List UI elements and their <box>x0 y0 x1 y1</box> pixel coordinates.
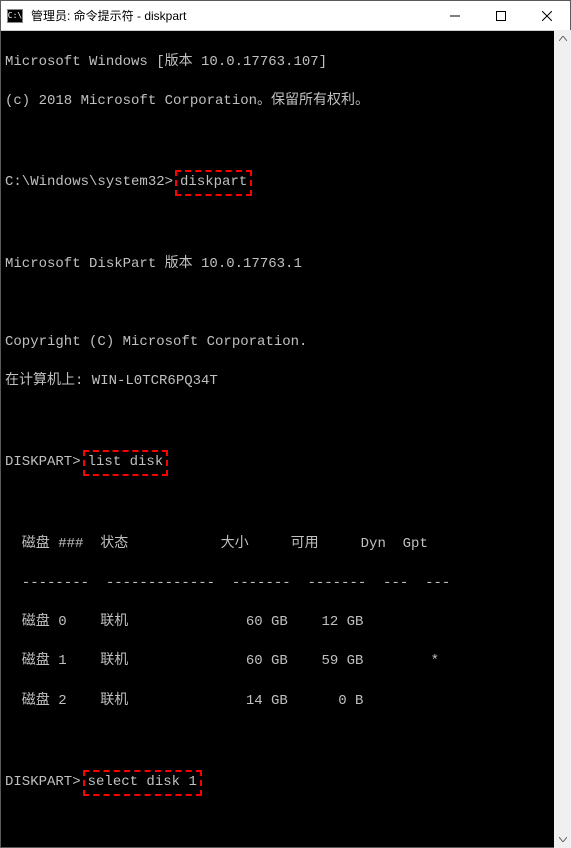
computer-name: 在计算机上: WIN-L0TCR6PQ34T <box>5 372 566 392</box>
diskpart-copyright: Copyright (C) Microsoft Corporation. <box>5 333 566 353</box>
cmd-icon: C:\ <box>7 9 23 23</box>
table-row: 磁盘 0 联机 60 GB 12 GB <box>5 613 566 633</box>
dp-prompt-line: DISKPART>list disk <box>5 450 566 476</box>
app-icon: C:\ <box>1 9 29 23</box>
table-header: 磁盘 ### 状态 大小 可用 Dyn Gpt <box>5 535 566 555</box>
diskpart-prompt: DISKPART> <box>5 774 81 790</box>
maximize-button[interactable] <box>478 1 524 30</box>
minimize-icon <box>450 11 460 21</box>
highlight-select-disk: select disk 1 <box>83 770 202 796</box>
table-row: 磁盘 2 联机 14 GB 0 B <box>5 692 566 712</box>
copyright-line: (c) 2018 Microsoft Corporation。保留所有权利。 <box>5 92 566 112</box>
diskpart-prompt: DISKPART> <box>5 454 81 470</box>
window-frame: C:\ 管理员: 命令提示符 - diskpart Microsoft Wind… <box>0 0 571 848</box>
titlebar[interactable]: C:\ 管理员: 命令提示符 - diskpart <box>1 1 570 31</box>
highlight-list-disk: list disk <box>83 450 169 476</box>
scroll-track[interactable] <box>554 47 571 831</box>
window-title: 管理员: 命令提示符 - diskpart <box>29 7 432 24</box>
scroll-up-arrow[interactable] <box>554 30 571 47</box>
close-icon <box>542 11 552 21</box>
prompt-line: C:\Windows\system32>diskpart <box>5 170 566 196</box>
highlight-diskpart: diskpart <box>175 170 252 196</box>
scroll-down-arrow[interactable] <box>554 831 571 848</box>
version-line: Microsoft Windows [版本 10.0.17763.107] <box>5 53 566 73</box>
chevron-up-icon <box>559 36 567 41</box>
chevron-down-icon <box>559 837 567 842</box>
scrollbar[interactable] <box>554 30 571 848</box>
cmd-prompt: C:\Windows\system32> <box>5 174 173 190</box>
close-button[interactable] <box>524 1 570 30</box>
minimize-button[interactable] <box>432 1 478 30</box>
dp-prompt-line: DISKPART>select disk 1 <box>5 770 566 796</box>
maximize-icon <box>496 11 506 21</box>
window-controls <box>432 1 570 30</box>
table-row: 磁盘 1 联机 60 GB 59 GB * <box>5 652 566 672</box>
terminal-area[interactable]: Microsoft Windows [版本 10.0.17763.107] (c… <box>1 31 570 847</box>
table-divider: -------- ------------- ------- ------- -… <box>5 574 566 594</box>
diskpart-version: Microsoft DiskPart 版本 10.0.17763.1 <box>5 255 566 275</box>
